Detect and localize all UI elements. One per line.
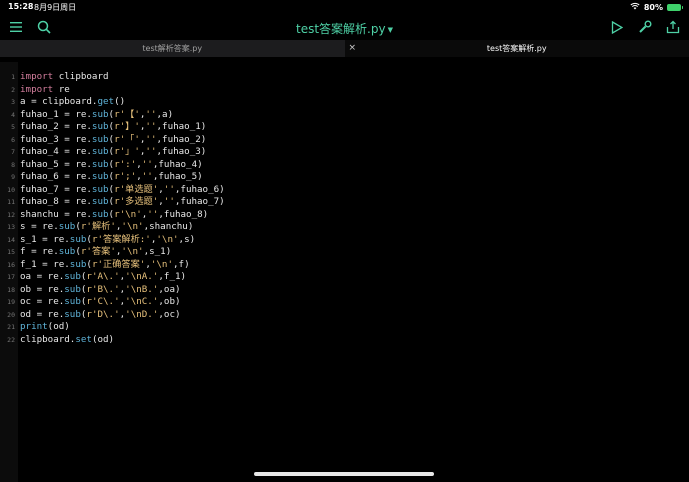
file-title-button[interactable]: test答案解析.py▼: [0, 20, 689, 37]
line-number: 21: [0, 321, 20, 334]
code-text: s_1 = re.sub(r'答案解析:','\n',s): [20, 234, 195, 247]
code-text: fuhao_6 = re.sub(r';','',fuhao_5): [20, 171, 203, 184]
code-text: import re: [20, 84, 70, 97]
code-line[interactable]: 3a = clipboard.get(): [0, 96, 225, 109]
code-text: oa = re.sub(r'A\.','\nA.',f_1): [20, 271, 186, 284]
code-text: fuhao_7 = re.sub(r'单选题','',fuhao_6): [20, 184, 225, 197]
wifi-icon: [630, 2, 640, 12]
code-line[interactable]: 4fuhao_1 = re.sub(r'【','',a): [0, 109, 225, 122]
code-line[interactable]: 6fuhao_3 = re.sub(r'「','',fuhao_2): [0, 134, 225, 147]
line-number: 8: [0, 159, 20, 172]
code-text: clipboard.set(od): [20, 334, 114, 347]
tab-label: test答案解析.py: [487, 43, 547, 54]
code-text: shanchu = re.sub(r'\n','',fuhao_8): [20, 209, 208, 222]
code-text: ob = re.sub(r'B\.','\nB.',oa): [20, 284, 181, 297]
line-number: 18: [0, 284, 20, 297]
chevron-down-icon: ▼: [388, 26, 393, 34]
code-text: oc = re.sub(r'C\.','\nC.',ob): [20, 296, 181, 309]
code-line[interactable]: 19oc = re.sub(r'C\.','\nC.',ob): [0, 296, 225, 309]
home-indicator[interactable]: [254, 472, 434, 476]
tab-bar: test解析答案.py × test答案解析.py: [0, 40, 689, 57]
code-line[interactable]: 15f = re.sub(r'答案','\n',s_1): [0, 246, 225, 259]
code-line[interactable]: 7fuhao_4 = re.sub(r'」','',fuhao_3): [0, 146, 225, 159]
line-number: 6: [0, 134, 20, 147]
code-text: fuhao_8 = re.sub(r'多选题','',fuhao_7): [20, 196, 225, 209]
share-icon[interactable]: [663, 17, 683, 37]
code-text: s = re.sub(r'解析','\n',shanchu): [20, 221, 193, 234]
code-text: print(od): [20, 321, 70, 334]
code-line[interactable]: 18ob = re.sub(r'B\.','\nB.',oa): [0, 284, 225, 297]
code-line[interactable]: 11fuhao_8 = re.sub(r'多选题','',fuhao_7): [0, 196, 225, 209]
line-number: 9: [0, 171, 20, 184]
code-editor[interactable]: 1import clipboard2import re3a = clipboar…: [0, 71, 225, 346]
file-title: test答案解析.py: [296, 22, 386, 36]
line-number: 14: [0, 234, 20, 247]
code-line[interactable]: 16f_1 = re.sub(r'正确答案','\n',f): [0, 259, 225, 272]
code-text: fuhao_1 = re.sub(r'【','',a): [20, 109, 173, 122]
code-line[interactable]: 14s_1 = re.sub(r'答案解析:','\n',s): [0, 234, 225, 247]
line-number: 1: [0, 71, 20, 84]
play-icon[interactable]: [607, 17, 627, 37]
code-line[interactable]: 17oa = re.sub(r'A\.','\nA.',f_1): [0, 271, 225, 284]
code-text: fuhao_5 = re.sub(r':','',fuhao_4): [20, 159, 203, 172]
line-number: 11: [0, 196, 20, 209]
code-text: a = clipboard.get(): [20, 96, 125, 109]
code-line[interactable]: 12shanchu = re.sub(r'\n','',fuhao_8): [0, 209, 225, 222]
status-time: 15:28: [8, 2, 33, 11]
status-bar: 15:28 8月9日周日 80%: [0, 0, 689, 14]
line-number: 12: [0, 209, 20, 222]
battery-icon: [667, 4, 681, 11]
line-number: 22: [0, 334, 20, 347]
line-number: 3: [0, 96, 20, 109]
code-line[interactable]: 13s = re.sub(r'解析','\n',shanchu): [0, 221, 225, 234]
tab-label: test解析答案.py: [142, 43, 202, 54]
code-line[interactable]: 9fuhao_6 = re.sub(r';','',fuhao_5): [0, 171, 225, 184]
code-text: od = re.sub(r'D\.','\nD.',oc): [20, 309, 181, 322]
tab-test-jiexi-daan[interactable]: test解析答案.py: [0, 40, 345, 57]
line-number: 10: [0, 184, 20, 197]
code-text: fuhao_2 = re.sub(r'】','',fuhao_1): [20, 121, 206, 134]
code-line[interactable]: 8fuhao_5 = re.sub(r':','',fuhao_4): [0, 159, 225, 172]
line-number: 16: [0, 259, 20, 272]
status-date: 8月9日周日: [34, 2, 76, 13]
close-icon[interactable]: ×: [349, 43, 357, 53]
code-line[interactable]: 10fuhao_7 = re.sub(r'单选题','',fuhao_6): [0, 184, 225, 197]
line-number: 20: [0, 309, 20, 322]
code-line[interactable]: 1import clipboard: [0, 71, 225, 84]
code-text: import clipboard: [20, 71, 109, 84]
code-text: f = re.sub(r'答案','\n',s_1): [20, 246, 171, 259]
line-number: 13: [0, 221, 20, 234]
status-right: 80%: [630, 2, 681, 12]
code-line[interactable]: 2import re: [0, 84, 225, 97]
line-number: 4: [0, 109, 20, 122]
code-line[interactable]: 5fuhao_2 = re.sub(r'】','',fuhao_1): [0, 121, 225, 134]
battery-percent: 80%: [644, 3, 663, 12]
code-line[interactable]: 22clipboard.set(od): [0, 334, 225, 347]
code-text: f_1 = re.sub(r'正确答案','\n',f): [20, 259, 190, 272]
wrench-icon[interactable]: [635, 17, 655, 37]
line-number: 15: [0, 246, 20, 259]
line-number: 5: [0, 121, 20, 134]
code-line[interactable]: 20od = re.sub(r'D\.','\nD.',oc): [0, 309, 225, 322]
toolbar: test答案解析.py▼: [0, 14, 689, 40]
tab-test-daan-jiexi[interactable]: × test答案解析.py: [345, 40, 689, 57]
line-number: 2: [0, 84, 20, 97]
line-number: 7: [0, 146, 20, 159]
line-number: 17: [0, 271, 20, 284]
code-text: fuhao_3 = re.sub(r'「','',fuhao_2): [20, 134, 206, 147]
code-line[interactable]: 21print(od): [0, 321, 225, 334]
code-text: fuhao_4 = re.sub(r'」','',fuhao_3): [20, 146, 206, 159]
line-number: 19: [0, 296, 20, 309]
